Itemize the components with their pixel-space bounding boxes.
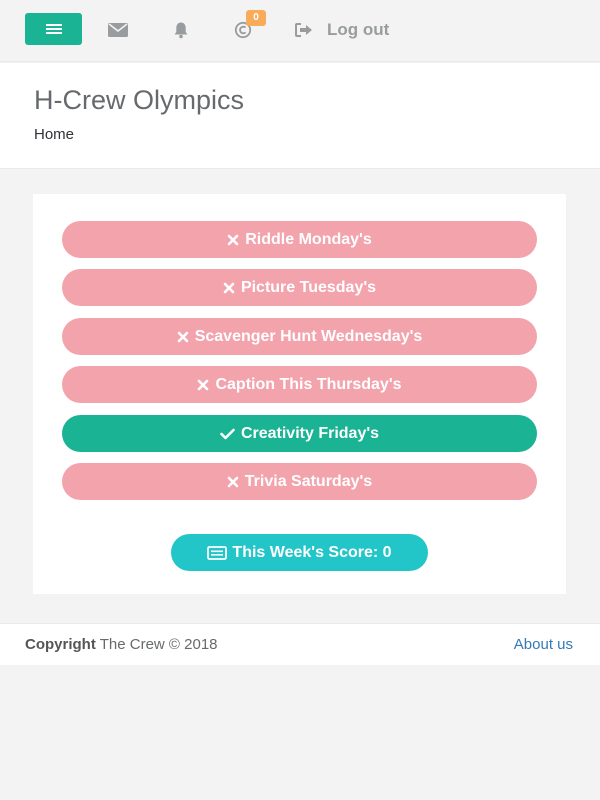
check-icon — [220, 428, 235, 440]
copyright-rest: The Crew © 2018 — [99, 636, 218, 653]
day-label: Riddle Monday's — [245, 230, 372, 248]
day-button-friday[interactable]: Creativity Friday's — [62, 415, 537, 452]
day-label: Trivia Saturday's — [244, 472, 373, 490]
copyright-strong: Copyright — [25, 636, 96, 653]
score-label: This Week's Score: 0 — [232, 543, 392, 561]
day-button-monday[interactable]: Riddle Monday's — [62, 221, 537, 258]
times-icon — [227, 234, 239, 246]
day-label: Creativity Friday's — [240, 424, 380, 442]
day-label: Picture Tuesday's — [240, 278, 377, 296]
menu-toggle-button[interactable] — [25, 13, 82, 45]
sign-out-icon — [295, 23, 313, 37]
notification-badge: 0 — [246, 10, 266, 26]
page-title: H-Crew Olympics — [34, 85, 245, 115]
about-us-link[interactable]: About us — [514, 636, 573, 653]
envelope-icon[interactable] — [107, 19, 129, 41]
day-label: Scavenger Hunt Wednesday's — [194, 327, 423, 345]
day-button-saturday[interactable]: Trivia Saturday's — [62, 463, 537, 500]
challenges-panel: Riddle Monday's Picture Tuesday's Scaven… — [33, 194, 566, 594]
day-button-thursday[interactable]: Caption This Thursday's — [62, 366, 537, 403]
copyright-text: Copyright The Crew © 2018 — [25, 636, 218, 653]
times-icon — [197, 379, 209, 391]
bars-icon — [45, 23, 62, 35]
day-button-wednesday[interactable]: Scavenger Hunt Wednesday's — [62, 318, 537, 355]
times-icon — [177, 331, 189, 343]
times-icon — [223, 282, 235, 294]
weekly-score-button[interactable]: This Week's Score: 0 — [171, 534, 428, 571]
day-label: Caption This Thursday's — [215, 375, 402, 393]
page-heading: H-Crew Olympics Home — [0, 63, 600, 169]
times-icon — [227, 476, 239, 488]
id-card-icon — [207, 545, 228, 560]
day-button-tuesday[interactable]: Picture Tuesday's — [62, 269, 537, 306]
breadcrumb-home[interactable]: Home — [34, 126, 74, 143]
logout-link[interactable]: Log out — [295, 17, 389, 43]
top-navbar: 0 Log out — [0, 0, 600, 62]
logout-label: Log out — [327, 20, 390, 39]
footer: Copyright The Crew © 2018 About us — [0, 623, 600, 665]
bell-icon[interactable] — [170, 19, 192, 41]
